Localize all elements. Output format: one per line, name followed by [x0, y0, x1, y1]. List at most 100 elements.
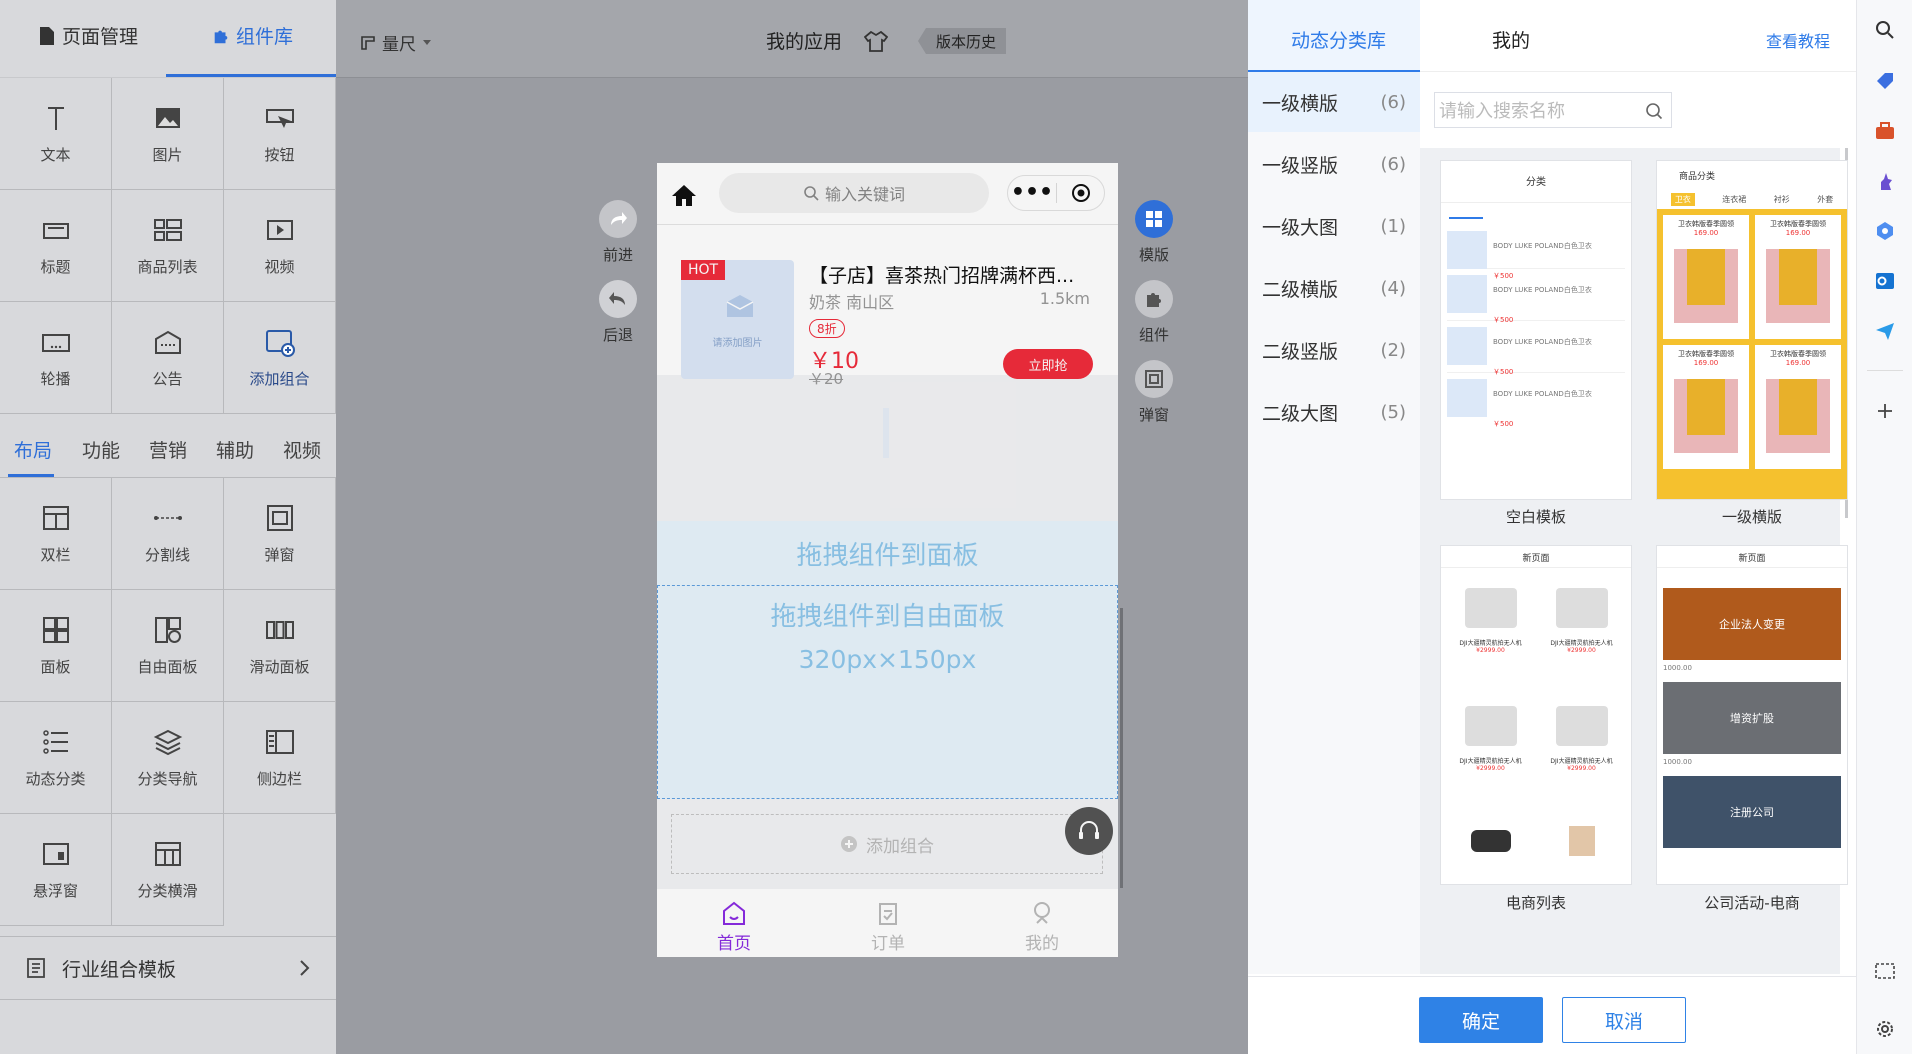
tag-icon[interactable]	[1874, 70, 1896, 92]
outlook-icon[interactable]	[1874, 270, 1896, 292]
product-card[interactable]: HOT 请添加图片 【子店】喜茶热门招牌满杯西... 奶茶 南山区 1.5km …	[657, 225, 1118, 388]
template-side-button[interactable]: 模版	[1124, 200, 1184, 265]
category-item[interactable]: 一级横版 (6)	[1248, 72, 1420, 132]
screenshot-icon[interactable]	[1874, 962, 1896, 982]
chess-icon[interactable]	[1874, 170, 1896, 192]
ruler-icon	[361, 35, 375, 50]
template-thumb-company[interactable]: 新页面 企业法人变更 1000.00 增资扩股 1000.00 注册公司	[1656, 545, 1848, 885]
tutorial-link[interactable]: 查看教程	[1766, 28, 1830, 52]
double-column-icon	[42, 506, 69, 530]
component-carousel[interactable]: 轮播	[0, 302, 112, 414]
left-tabs: 页面管理 组件库	[0, 0, 336, 78]
component-video[interactable]: 视频	[224, 190, 336, 302]
category-item[interactable]: 一级竖版 (6)	[1248, 134, 1420, 194]
chevron-right-icon	[300, 960, 310, 976]
subtab-assist[interactable]: 辅助	[216, 436, 254, 463]
nav-mine[interactable]: 我的	[1017, 899, 1067, 954]
tab-mine[interactable]: 我的	[1492, 26, 1530, 53]
phone-scrollbar[interactable]	[1120, 608, 1123, 888]
sidebar-icon	[265, 730, 294, 754]
search-icon[interactable]	[1875, 20, 1895, 40]
phone-search-bar[interactable]: 输入关键词	[719, 173, 989, 213]
component-popup[interactable]: 弹窗	[224, 478, 336, 590]
button-icon	[265, 109, 294, 128]
back-button[interactable]: 后退	[588, 280, 648, 345]
subtab-layout[interactable]: 布局	[14, 436, 52, 463]
confirm-button[interactable]: 确定	[1419, 997, 1543, 1043]
cancel-button[interactable]: 取消	[1562, 997, 1686, 1043]
forward-button[interactable]: 前进	[588, 200, 648, 265]
buy-now-button[interactable]: 立即抢	[1003, 349, 1093, 379]
tab-dynamic-library[interactable]: 动态分类库	[1248, 0, 1420, 72]
product-title: 【子店】喜茶热门招牌满杯西...	[809, 265, 1075, 287]
tab-page-management[interactable]: 页面管理	[38, 22, 138, 49]
component-free-panel[interactable]: 自由面板	[112, 590, 224, 702]
component-image[interactable]: 图片	[112, 78, 224, 190]
settings-icon[interactable]	[1874, 1018, 1896, 1040]
template-search-input[interactable]: 请输入搜索名称	[1434, 92, 1672, 128]
rail-divider	[1867, 370, 1903, 371]
component-slide-panel[interactable]: 滑动面板	[224, 590, 336, 702]
close-circle-icon[interactable]	[1071, 183, 1091, 203]
copilot-icon[interactable]	[1874, 220, 1896, 242]
template-thumb-blank[interactable]: 分类 BODY LUKE POLAND白色卫衣 ￥500 BODY LUKE PO…	[1440, 160, 1632, 500]
component-category-nav[interactable]: 分类导航	[112, 702, 224, 814]
plus-icon[interactable]	[1876, 402, 1894, 420]
toolbox-icon[interactable]	[1874, 120, 1896, 142]
ruler-dropdown[interactable]: 量尺	[360, 30, 432, 55]
subtab-marketing[interactable]: 营销	[149, 436, 187, 463]
category-item[interactable]: 一级大图 (1)	[1248, 196, 1420, 256]
component-button[interactable]: 按钮	[224, 78, 336, 190]
tab-component-library[interactable]: 组件库	[212, 22, 293, 49]
customer-service-button[interactable]	[1065, 807, 1113, 855]
popup-side-button[interactable]: 弹窗	[1124, 360, 1184, 425]
slider-handle[interactable]	[883, 408, 889, 458]
home-icon[interactable]	[671, 183, 697, 207]
more-icon[interactable]: •••	[1008, 182, 1056, 204]
discount-tag: 8折	[809, 319, 845, 338]
nav-orders[interactable]: 订单	[863, 899, 913, 954]
editor-toolbar: 量尺 我的应用 版本历史	[336, 0, 1248, 78]
headset-icon	[1079, 821, 1099, 839]
category-item[interactable]: 二级大图 (5)	[1248, 382, 1420, 442]
hot-badge: HOT	[681, 260, 726, 280]
caret-down-icon	[423, 39, 431, 45]
category-item[interactable]: 二级竖版 (2)	[1248, 320, 1420, 380]
float-window-icon	[42, 843, 69, 865]
component-text[interactable]: 文本	[0, 78, 112, 190]
shirt-icon[interactable]	[864, 30, 888, 52]
search-icon	[804, 186, 819, 201]
divider-icon	[153, 516, 182, 520]
user-icon	[1034, 902, 1050, 924]
nav-home[interactable]: 首页	[709, 899, 759, 954]
empty-cell	[224, 814, 336, 926]
phone-header: 输入关键词 •••	[657, 163, 1118, 225]
template-thumb-ecommerce[interactable]: 新页面 DJI大疆精灵航拍无人机 ¥2999.00 DJI大疆精灵航拍无人机 ¥29…	[1440, 545, 1632, 885]
version-history-button[interactable]: 版本历史	[918, 28, 1007, 54]
subtab-video[interactable]: 视频	[283, 436, 321, 463]
component-title[interactable]: 标题	[0, 190, 112, 302]
component-category-slide[interactable]: 分类横滑	[112, 814, 224, 926]
free-panel-area[interactable]: 拖拽组件到自由面板 320px×150px	[657, 585, 1118, 799]
template-thumb-level1[interactable]: 商品分类 卫衣 连衣裙 衬衫 外套 卫衣韩版春季圆领 169.00 卫衣韩版春季圆…	[1656, 160, 1848, 500]
category-list: 一级横版 (6) 一级竖版 (6) 一级大图 (1) 二级横版 (4) 二级竖版 (2) …	[1248, 72, 1420, 974]
subtab-function[interactable]: 功能	[82, 436, 120, 463]
component-double-column[interactable]: 双栏	[0, 478, 112, 590]
popup-icon	[266, 505, 293, 531]
drop-panel-area[interactable]: 拖拽组件到面板	[657, 521, 1118, 585]
component-add-combo[interactable]: 添加组合	[224, 302, 336, 414]
component-side-button[interactable]: 组件	[1124, 280, 1184, 345]
search-icon[interactable]	[1645, 102, 1663, 120]
send-icon[interactable]	[1874, 320, 1896, 342]
component-product-list[interactable]: 商品列表	[112, 190, 224, 302]
component-float-window[interactable]: 悬浮窗	[0, 814, 112, 926]
category-item[interactable]: 二级横版 (4)	[1248, 258, 1420, 318]
component-dynamic-category[interactable]: 动态分类	[0, 702, 112, 814]
template-grid-icon	[1135, 200, 1173, 238]
component-panel-item[interactable]: 面板	[0, 590, 112, 702]
component-notice[interactable]: 公告	[112, 302, 224, 414]
component-sidebar[interactable]: 侧边栏	[224, 702, 336, 814]
component-divider[interactable]: 分割线	[112, 478, 224, 590]
add-combo-area[interactable]: 添加组合	[671, 814, 1103, 874]
industry-template-row[interactable]: 行业组合模板	[0, 936, 336, 1000]
